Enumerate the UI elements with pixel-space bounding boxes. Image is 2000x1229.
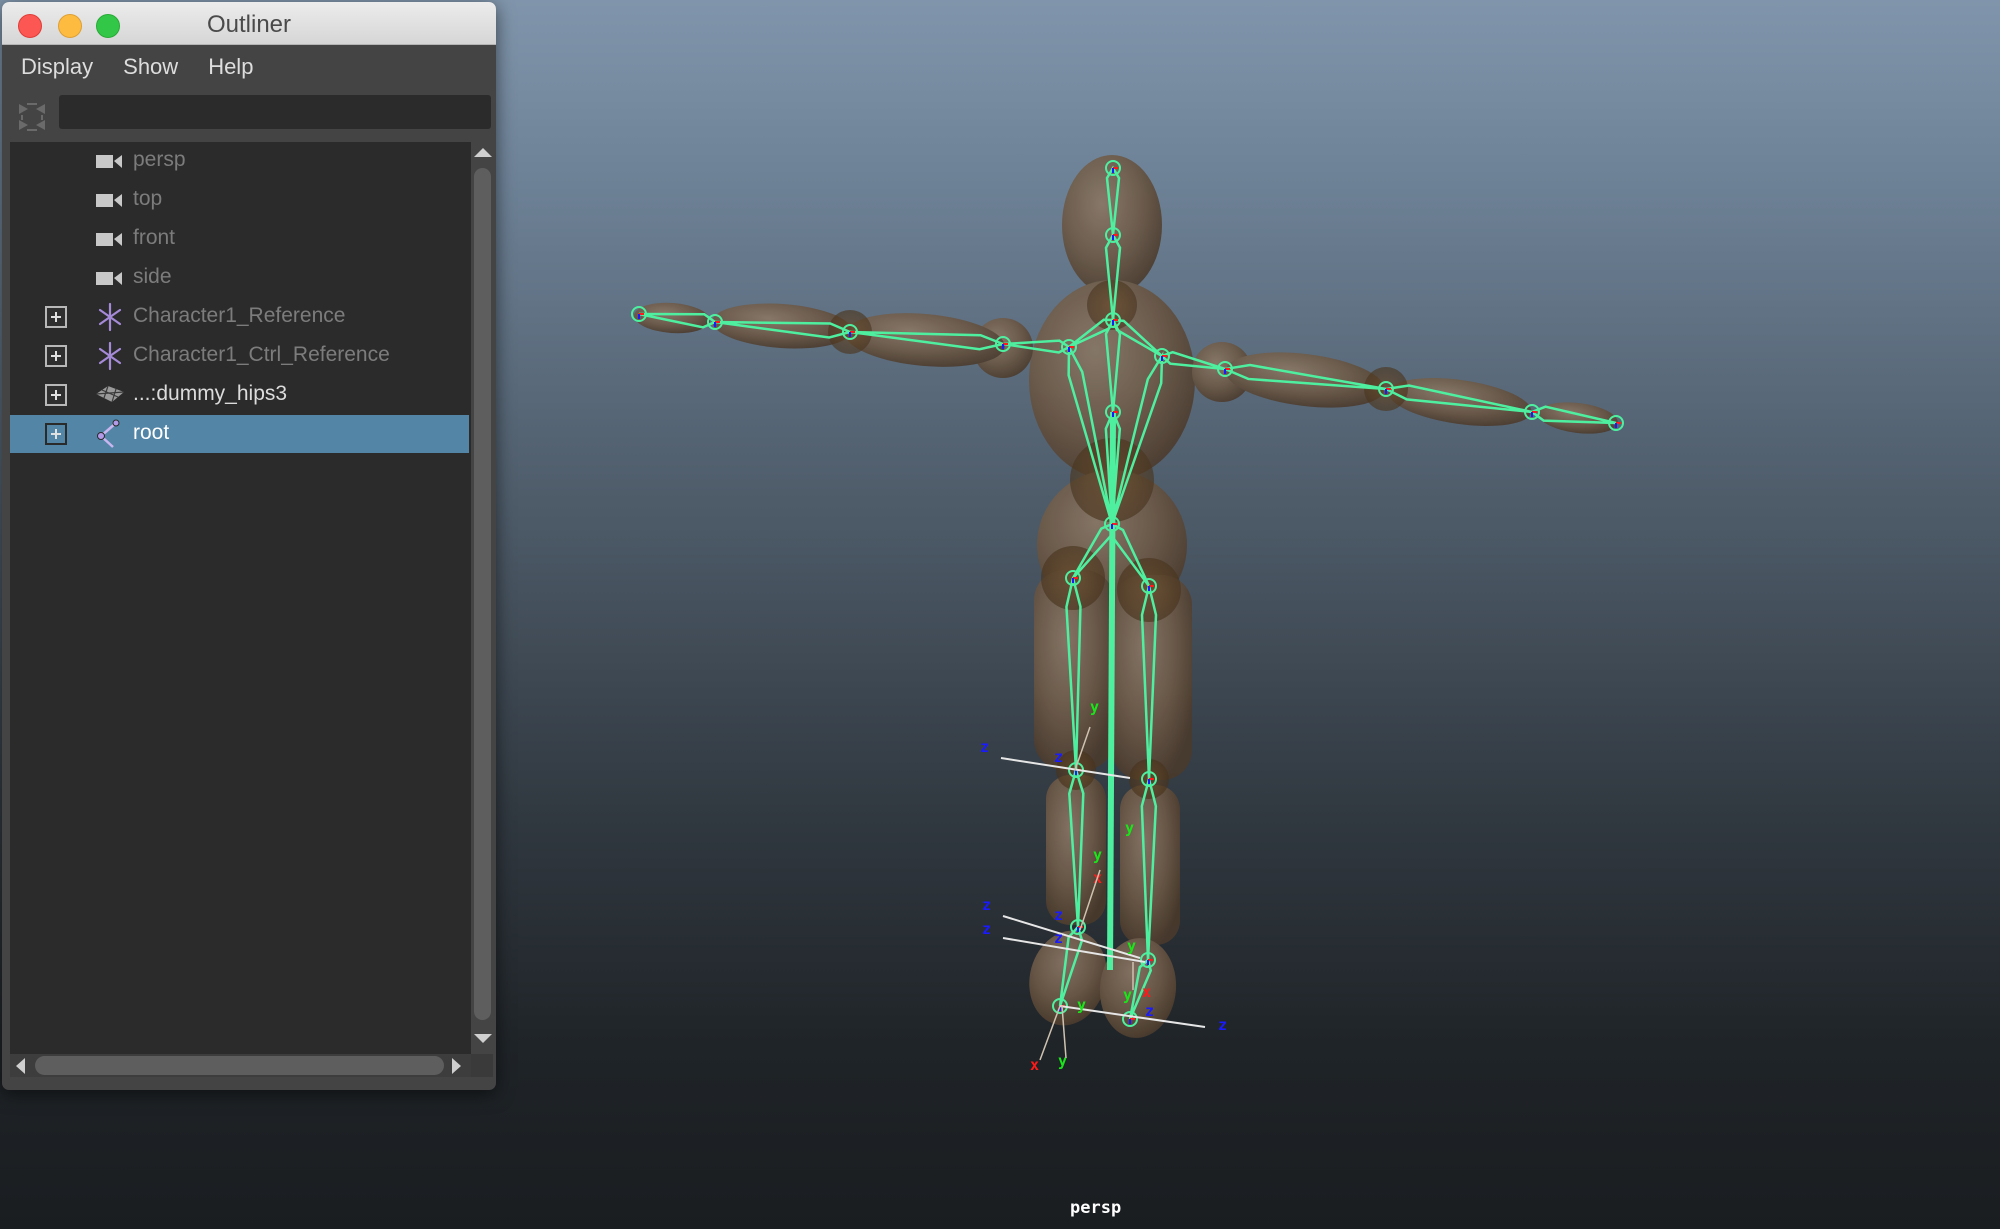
manipulator-y-label: y bbox=[1125, 819, 1134, 837]
outliner-item-side[interactable]: side bbox=[10, 259, 469, 297]
outliner-item-label: Character1_Ctrl_Reference bbox=[133, 343, 390, 366]
root-bone-line[interactable] bbox=[1107, 411, 1116, 971]
hik-character-icon bbox=[98, 302, 122, 332]
outliner-item-character1-reference[interactable]: Character1_Reference bbox=[10, 298, 469, 336]
camera-icon bbox=[96, 155, 122, 168]
outliner-item-dummy-hips3[interactable]: ...:dummy_hips3 bbox=[10, 376, 469, 414]
scroll-down-arrow-icon[interactable] bbox=[474, 1034, 492, 1043]
manipulator-y-label: y bbox=[1123, 986, 1132, 1004]
expand-toggle[interactable] bbox=[45, 423, 67, 445]
expand-toggle[interactable] bbox=[45, 384, 67, 406]
manipulator-z-label: z bbox=[1218, 1016, 1227, 1034]
manipulator-z-label: z bbox=[1054, 748, 1063, 766]
manipulator-z-label: z bbox=[982, 896, 991, 914]
outliner-item-label: Character1_Reference bbox=[133, 304, 346, 327]
manipulator-y-label: y bbox=[1127, 937, 1136, 955]
scroll-up-arrow-icon[interactable] bbox=[474, 148, 492, 157]
manipulator-z-label: z bbox=[982, 920, 991, 938]
manipulator-x-label: x bbox=[1030, 1056, 1039, 1074]
vertical-scroll-thumb[interactable] bbox=[474, 168, 491, 1020]
outliner-item-top[interactable]: top bbox=[10, 181, 469, 219]
mesh-right-upperarm bbox=[1225, 352, 1385, 408]
mesh-right-forearm bbox=[1388, 378, 1532, 426]
select-filter-icon[interactable] bbox=[16, 101, 48, 133]
scrollbar-corner bbox=[471, 1054, 493, 1077]
outliner-list[interactable]: persp top front side Character1_Referenc… bbox=[10, 142, 471, 1054]
scroll-right-arrow-icon[interactable] bbox=[452, 1058, 461, 1074]
manipulator-y-label: y bbox=[1090, 698, 1099, 716]
mesh-right-hand bbox=[1538, 402, 1618, 434]
menu-bar: Display Show Help bbox=[2, 45, 496, 89]
manipulator-z-label: z bbox=[1145, 1002, 1154, 1020]
outliner-item-label: ...:dummy_hips3 bbox=[133, 382, 288, 405]
camera-icon bbox=[96, 272, 122, 285]
menu-display[interactable]: Display bbox=[21, 54, 93, 80]
manipulator-z-label: z bbox=[1054, 929, 1063, 947]
hik-character-icon bbox=[98, 341, 122, 371]
filter-row bbox=[2, 89, 496, 135]
camera-icon bbox=[96, 233, 122, 246]
horizontal-scrollbar[interactable] bbox=[10, 1054, 471, 1077]
expand-toggle[interactable] bbox=[45, 345, 67, 367]
menu-show[interactable]: Show bbox=[123, 54, 178, 80]
menu-help[interactable]: Help bbox=[208, 54, 253, 80]
manipulator-z-label: z bbox=[980, 738, 989, 756]
manipulator-z-label: z bbox=[1054, 906, 1063, 924]
mesh-icon bbox=[95, 385, 125, 403]
manipulator-y-label: y bbox=[1077, 996, 1086, 1014]
outliner-item-label: front bbox=[133, 226, 176, 249]
camera-icon bbox=[96, 194, 122, 207]
scroll-left-arrow-icon[interactable] bbox=[16, 1058, 25, 1074]
title-bar[interactable]: Outliner bbox=[2, 2, 496, 45]
outliner-item-character1-ctrl-reference[interactable]: Character1_Ctrl_Reference bbox=[10, 337, 469, 375]
horizontal-scroll-thumb[interactable] bbox=[35, 1056, 444, 1075]
joint-icon bbox=[97, 419, 120, 448]
manipulator-y-label: y bbox=[1093, 846, 1102, 864]
outliner-item-label: root bbox=[133, 421, 170, 444]
outliner-item-label: top bbox=[133, 187, 163, 210]
outliner-item-label: side bbox=[133, 265, 172, 288]
outliner-item-label: persp bbox=[133, 148, 186, 171]
outliner-item-front[interactable]: front bbox=[10, 220, 469, 258]
manipulator-x-label: x bbox=[1142, 983, 1151, 1001]
expand-toggle[interactable] bbox=[45, 306, 67, 328]
outliner-item-persp[interactable]: persp bbox=[10, 142, 469, 180]
mannequin-mesh[interactable] bbox=[633, 155, 1619, 1041]
window-title: Outliner bbox=[206, 11, 292, 38]
outliner-item-root[interactable]: root bbox=[10, 415, 469, 453]
vertical-scrollbar[interactable] bbox=[471, 142, 493, 1054]
filter-input[interactable] bbox=[59, 95, 491, 129]
camera-name-label: persp bbox=[1070, 1198, 1122, 1218]
outliner-window[interactable]: Outliner Display Show Help persp top fro… bbox=[2, 2, 496, 1090]
